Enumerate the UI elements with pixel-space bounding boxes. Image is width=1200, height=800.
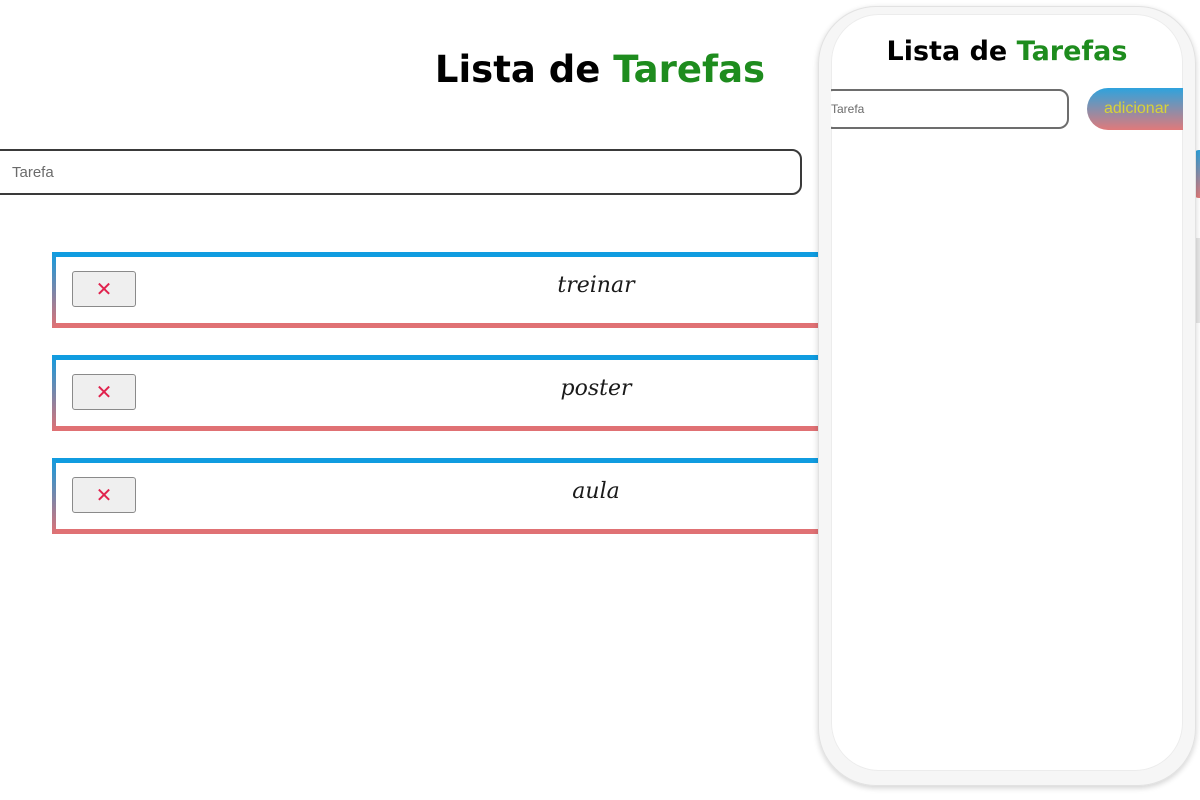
page-title-accent: Tarefas	[613, 48, 766, 91]
page-title: Lista de Tarefas	[400, 48, 800, 91]
task-input[interactable]	[0, 149, 802, 195]
task-label: aula	[572, 479, 620, 504]
task-label: poster	[560, 376, 632, 401]
viewport: Lista de Tarefas ✕ treinar ✕ poster ✕ au…	[0, 0, 1200, 800]
page-title-main: Lista de	[434, 48, 601, 91]
mobile-page-title: Lista de Tarefas	[831, 36, 1183, 67]
task-edge	[1196, 238, 1200, 323]
phone-mockup: Lista de Tarefas adicionar	[818, 6, 1196, 786]
add-button[interactable]: adicionar	[1087, 88, 1183, 130]
mobile-task-input[interactable]	[831, 89, 1069, 129]
task-list: ✕ treinar ✕ poster ✕ aula	[52, 252, 852, 561]
phone-screen: Lista de Tarefas adicionar	[831, 14, 1183, 771]
task-item: ✕ aula	[52, 458, 852, 534]
task-item: ✕ poster	[52, 355, 852, 431]
task-item: ✕ treinar	[52, 252, 852, 328]
mobile-title-main: Lista de	[886, 36, 1008, 67]
mobile-title-accent: Tarefas	[1016, 36, 1128, 67]
task-label: treinar	[557, 273, 635, 298]
